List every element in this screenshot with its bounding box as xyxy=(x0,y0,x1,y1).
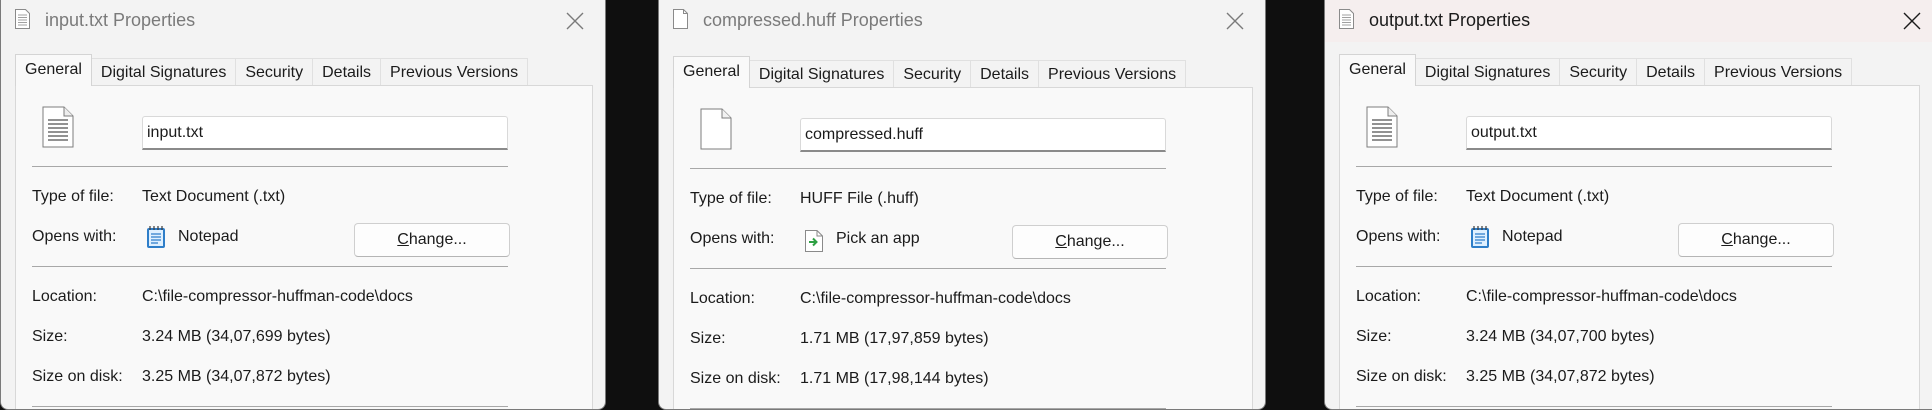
change-label: hange... xyxy=(408,231,467,248)
text-document-icon xyxy=(42,106,74,148)
opens-with-label: Opens with: xyxy=(690,230,775,247)
pick-an-app-icon xyxy=(805,230,823,252)
close-icon xyxy=(566,12,584,30)
close-icon xyxy=(1226,12,1244,30)
tab-security[interactable]: Security xyxy=(236,58,314,86)
tab-digital-signatures[interactable]: Digital Signatures xyxy=(1415,58,1561,86)
change-mnemonic: C xyxy=(397,231,409,248)
text-document-icon xyxy=(1366,106,1398,148)
opens-with-app: Notepad xyxy=(1502,228,1563,245)
divider xyxy=(690,168,1166,169)
location-label: Location: xyxy=(1356,288,1421,305)
blank-document-icon xyxy=(673,9,688,29)
opens-with-app: Notepad xyxy=(178,228,239,245)
close-icon xyxy=(1903,12,1921,30)
general-panel: Type of file: HUFF File (.huff) Opens wi… xyxy=(673,87,1253,409)
size-value: 3.24 MB (34,07,699 bytes) xyxy=(142,328,331,345)
tab-strip: General Digital Signatures Security Deta… xyxy=(673,56,1187,88)
title-bar[interactable]: compressed.huff Properties xyxy=(659,0,1265,42)
size-on-disk-label: Size on disk: xyxy=(690,370,781,387)
location-label: Location: xyxy=(32,288,97,305)
type-label: Type of file: xyxy=(1356,188,1438,205)
tab-security[interactable]: Security xyxy=(894,60,972,88)
tab-previous-versions[interactable]: Previous Versions xyxy=(381,58,529,86)
tab-general[interactable]: General xyxy=(1339,54,1416,86)
tab-previous-versions[interactable]: Previous Versions xyxy=(1039,60,1187,88)
type-value: Text Document (.txt) xyxy=(142,188,286,205)
tab-details[interactable]: Details xyxy=(971,60,1040,88)
properties-dialog-output: output.txt Properties General Digital Si… xyxy=(1324,0,1932,410)
text-document-icon xyxy=(1339,9,1354,29)
tab-strip: General Digital Signatures Security Deta… xyxy=(1339,54,1853,86)
change-button[interactable]: Change... xyxy=(354,223,510,257)
title-bar[interactable]: output.txt Properties xyxy=(1325,0,1932,42)
size-label: Size: xyxy=(32,328,68,345)
title-bar[interactable]: input.txt Properties xyxy=(1,0,605,42)
size-on-disk-label: Size on disk: xyxy=(1356,368,1447,385)
close-button[interactable] xyxy=(1892,4,1932,38)
properties-dialog-compressed: compressed.huff Properties General Digit… xyxy=(658,0,1266,410)
divider xyxy=(1356,166,1832,167)
type-value: Text Document (.txt) xyxy=(1466,188,1610,205)
properties-dialog-input: input.txt Properties General Digital Sig… xyxy=(0,0,606,410)
file-name-field[interactable] xyxy=(800,118,1166,152)
file-name-field[interactable] xyxy=(1466,116,1832,150)
general-panel: Type of file: Text Document (.txt) Opens… xyxy=(1339,85,1920,409)
dialog-title: input.txt Properties xyxy=(45,10,196,30)
divider xyxy=(32,406,508,407)
divider xyxy=(1356,266,1832,267)
text-document-icon xyxy=(15,9,30,29)
notepad-icon xyxy=(1471,226,1489,248)
tab-digital-signatures[interactable]: Digital Signatures xyxy=(749,60,895,88)
tab-previous-versions[interactable]: Previous Versions xyxy=(1705,58,1853,86)
tab-general[interactable]: General xyxy=(15,54,92,86)
dialog-title: output.txt Properties xyxy=(1369,10,1531,30)
tab-strip: General Digital Signatures Security Deta… xyxy=(15,54,529,86)
close-button[interactable] xyxy=(555,4,595,38)
location-value: C:\file-compressor-huffman-code\docs xyxy=(1466,288,1737,305)
blank-document-icon xyxy=(700,108,732,150)
type-label: Type of file: xyxy=(32,188,114,205)
size-on-disk-value: 3.25 MB (34,07,872 bytes) xyxy=(1466,368,1655,385)
notepad-icon xyxy=(147,226,165,248)
dialog-title: compressed.huff Properties xyxy=(703,10,923,30)
size-value: 1.71 MB (17,97,859 bytes) xyxy=(800,330,989,347)
tab-security[interactable]: Security xyxy=(1560,58,1638,86)
change-label: hange... xyxy=(1066,233,1125,250)
close-button[interactable] xyxy=(1215,4,1255,38)
file-name-field[interactable] xyxy=(142,116,508,150)
general-panel: Type of file: Text Document (.txt) Opens… xyxy=(15,85,593,409)
size-on-disk-value: 1.71 MB (17,98,144 bytes) xyxy=(800,370,989,387)
change-mnemonic: C xyxy=(1055,233,1067,250)
tab-digital-signatures[interactable]: Digital Signatures xyxy=(91,58,237,86)
location-label: Location: xyxy=(690,290,755,307)
location-value: C:\file-compressor-huffman-code\docs xyxy=(142,288,413,305)
size-label: Size: xyxy=(1356,328,1392,345)
type-value: HUFF File (.huff) xyxy=(800,190,919,207)
size-on-disk-value: 3.25 MB (34,07,872 bytes) xyxy=(142,368,331,385)
change-label: hange... xyxy=(1732,231,1791,248)
tab-details[interactable]: Details xyxy=(1637,58,1706,86)
opens-with-app: Pick an app xyxy=(836,230,920,247)
divider xyxy=(32,266,508,267)
divider xyxy=(1356,406,1832,407)
divider xyxy=(690,408,1166,409)
opens-with-label: Opens with: xyxy=(32,228,117,245)
change-button[interactable]: Change... xyxy=(1678,223,1834,257)
type-label: Type of file: xyxy=(690,190,772,207)
tab-general[interactable]: General xyxy=(673,56,750,88)
size-on-disk-label: Size on disk: xyxy=(32,368,123,385)
divider xyxy=(690,268,1166,269)
location-value: C:\file-compressor-huffman-code\docs xyxy=(800,290,1071,307)
divider xyxy=(32,166,508,167)
tab-details[interactable]: Details xyxy=(313,58,382,86)
opens-with-label: Opens with: xyxy=(1356,228,1441,245)
size-value: 3.24 MB (34,07,700 bytes) xyxy=(1466,328,1655,345)
change-mnemonic: C xyxy=(1721,231,1733,248)
change-button[interactable]: Change... xyxy=(1012,225,1168,259)
size-label: Size: xyxy=(690,330,726,347)
